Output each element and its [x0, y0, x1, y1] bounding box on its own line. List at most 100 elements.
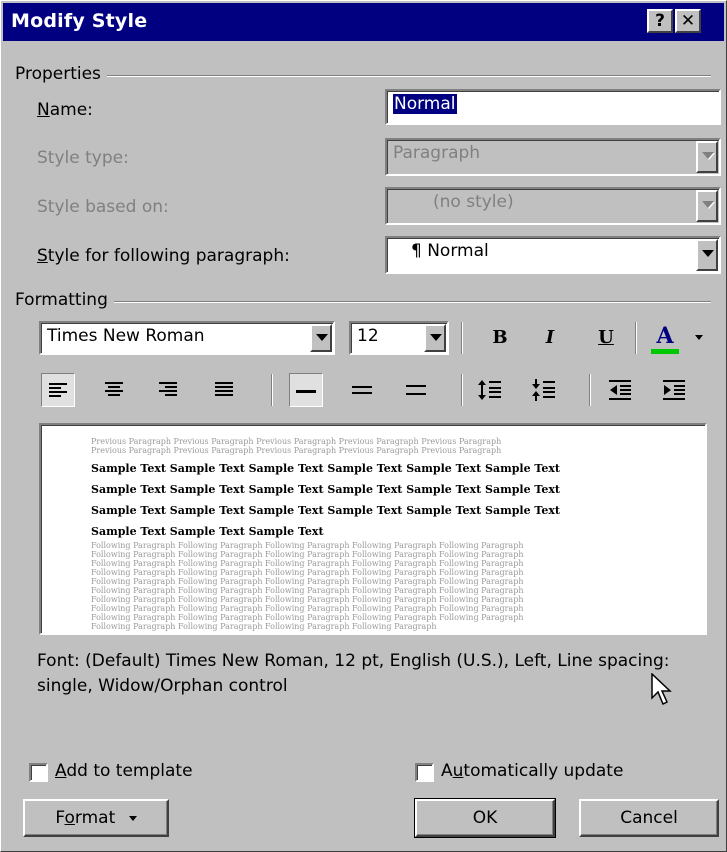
- underline-button[interactable]: U: [589, 321, 623, 355]
- preview-following-line: Following Paragraph Following Paragraph …: [91, 568, 524, 577]
- style-description: Font: (Default) Times New Roman, 12 pt, …: [37, 651, 670, 696]
- preview-previous-line: Previous Paragraph Previous Paragraph Pr…: [91, 437, 502, 446]
- increase-indent-icon: [663, 380, 685, 400]
- space-before-open-button[interactable]: [473, 373, 507, 407]
- preview-previous-line: Previous Paragraph Previous Paragraph Pr…: [91, 446, 502, 455]
- bold-button[interactable]: B: [483, 321, 517, 355]
- preview-following-line: Following Paragraph Following Paragraph …: [91, 577, 524, 586]
- style-type-select: Paragraph: [385, 138, 721, 176]
- space-before-close-button[interactable]: [527, 373, 561, 407]
- single-spacing-icon: [296, 390, 316, 393]
- preview-sample-line: Sample Text Sample Text Sample Text Samp…: [91, 462, 560, 475]
- title-bar[interactable]: Modify Style ? ✕: [3, 3, 724, 41]
- align-right-button[interactable]: [151, 373, 185, 407]
- preview-following-line: Following Paragraph Following Paragraph …: [91, 541, 524, 550]
- modify-style-dialog: Modify Style ? ✕ Properties Name: Normal…: [0, 0, 727, 852]
- italic-button[interactable]: I: [533, 321, 567, 355]
- toolbar-separator: [271, 374, 273, 406]
- properties-divider: [15, 75, 711, 77]
- preview-following-line: Following Paragraph Following Paragraph …: [91, 622, 437, 631]
- style-type-value: Paragraph: [393, 143, 481, 163]
- add-to-template-label[interactable]: Add to template: [55, 761, 193, 781]
- following-select[interactable]: ¶ Normal: [385, 236, 721, 274]
- chevron-down-icon: [430, 334, 442, 341]
- font-color-icon: A: [656, 323, 674, 349]
- align-left-icon: [49, 383, 67, 397]
- close-button[interactable]: ✕: [675, 9, 701, 33]
- align-center-icon: [105, 382, 123, 396]
- based-on-select: (no style): [385, 187, 721, 225]
- double-spacing-button[interactable]: [399, 373, 433, 407]
- format-button-label: Format: [55, 808, 116, 828]
- style-preview: Previous Paragraph Previous Paragraph Pr…: [39, 423, 707, 635]
- double-spacing-icon: [406, 385, 426, 395]
- one-half-spacing-button[interactable]: [345, 373, 379, 407]
- name-label-rest: ame:: [49, 100, 93, 120]
- align-right-icon: [159, 382, 177, 396]
- align-left-button[interactable]: [41, 373, 75, 407]
- size-dropdown-button[interactable]: [424, 324, 446, 352]
- formatting-divider: [15, 301, 711, 303]
- decrease-indent-button[interactable]: [603, 373, 637, 407]
- format-button[interactable]: Format: [23, 799, 169, 837]
- name-label: Name:: [37, 100, 93, 120]
- preview-sample-line: Sample Text Sample Text Sample Text Samp…: [91, 483, 560, 496]
- auto-update-label[interactable]: Automatically update: [441, 761, 623, 781]
- preview-sample-line: Sample Text Sample Text Sample Text Samp…: [91, 504, 560, 517]
- following-dropdown-button[interactable]: [696, 239, 718, 271]
- font-value: Times New Roman: [47, 326, 205, 346]
- preview-sample-line: Sample Text Sample Text Sample Text: [91, 525, 324, 538]
- preview-following-line: Following Paragraph Following Paragraph …: [91, 595, 524, 604]
- space-before-open-icon: [478, 380, 501, 400]
- font-color-dropdown-icon[interactable]: [695, 335, 703, 340]
- preview-following-line: Following Paragraph Following Paragraph …: [91, 586, 524, 595]
- chevron-down-icon: [316, 334, 328, 341]
- toolbar-separator: [589, 374, 591, 406]
- ok-button[interactable]: OK: [414, 798, 556, 838]
- style-type-dropdown-button: [696, 141, 718, 173]
- chevron-down-icon: [702, 250, 714, 257]
- preview-following-line: Following Paragraph Following Paragraph …: [91, 613, 524, 622]
- mouse-pointer-icon: [651, 673, 672, 706]
- size-value: 12: [357, 326, 379, 346]
- size-select[interactable]: 12: [349, 321, 449, 355]
- toolbar-separator: [461, 322, 463, 354]
- single-spacing-button[interactable]: [289, 373, 323, 407]
- formatting-group-label: Formatting: [15, 290, 114, 310]
- name-input[interactable]: Normal: [385, 89, 721, 125]
- cancel-button[interactable]: Cancel: [579, 799, 719, 837]
- help-button[interactable]: ?: [647, 9, 673, 33]
- following-label: Style for following paragraph:: [37, 246, 290, 266]
- font-select[interactable]: Times New Roman: [39, 321, 335, 355]
- decrease-indent-icon: [609, 380, 631, 400]
- increase-indent-button[interactable]: [657, 373, 691, 407]
- chevron-down-icon: [702, 201, 714, 208]
- preview-following-line: Following Paragraph Following Paragraph …: [91, 550, 524, 559]
- font-color-button[interactable]: A: [645, 319, 685, 354]
- add-to-template-label-rest: dd to template: [66, 761, 193, 781]
- chevron-down-icon: [128, 815, 137, 821]
- based-on-label: Style based on:: [37, 197, 169, 217]
- window-title: Modify Style: [11, 10, 148, 32]
- preview-following-line: Following Paragraph Following Paragraph …: [91, 559, 524, 568]
- auto-update-checkbox[interactable]: [415, 763, 434, 782]
- name-input-value: Normal: [393, 94, 457, 114]
- help-icon: ?: [655, 11, 665, 31]
- chevron-down-icon: [702, 152, 714, 159]
- font-color-swatch: [651, 349, 679, 354]
- based-on-value: (no style): [433, 192, 514, 212]
- close-icon: ✕: [680, 11, 696, 31]
- following-value: ¶ Normal: [411, 241, 489, 261]
- one-half-spacing-icon: [352, 386, 372, 394]
- properties-group-label: Properties: [15, 64, 107, 84]
- toolbar-separator: [635, 322, 637, 354]
- based-on-dropdown-button: [696, 190, 718, 222]
- preview-following-line: Following Paragraph Following Paragraph …: [91, 604, 524, 613]
- add-to-template-checkbox[interactable]: [29, 763, 48, 782]
- justify-button[interactable]: [207, 373, 241, 407]
- align-center-button[interactable]: [97, 373, 131, 407]
- font-dropdown-button[interactable]: [310, 324, 332, 352]
- following-label-rest: tyle for following paragraph:: [47, 246, 290, 266]
- style-type-label: Style type:: [37, 148, 129, 168]
- auto-update-label-rest: tomatically update: [463, 761, 624, 781]
